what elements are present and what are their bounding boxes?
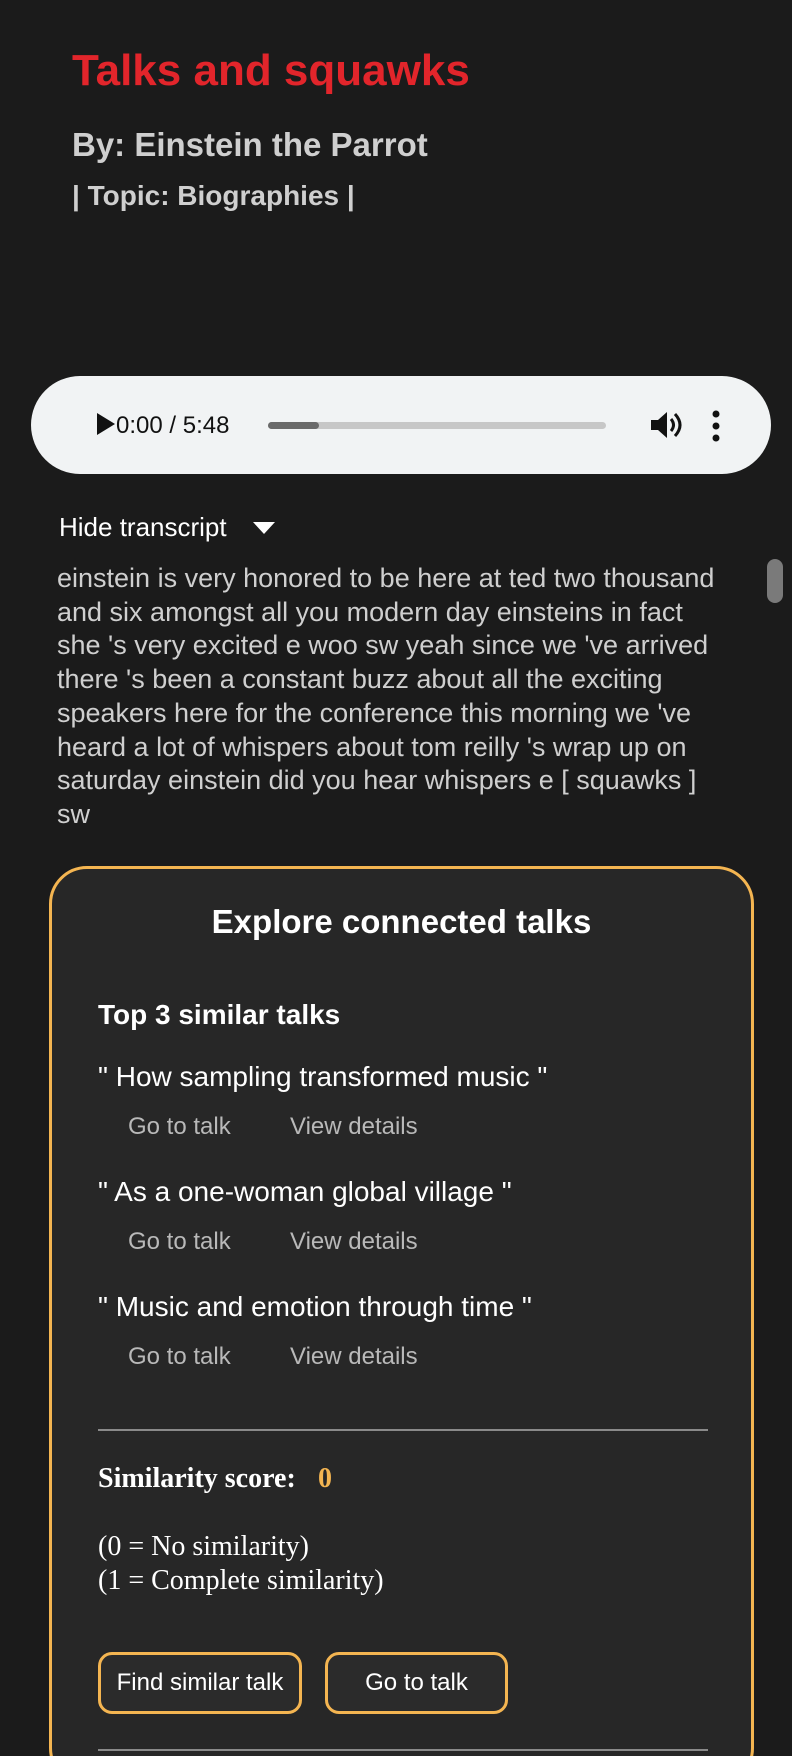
- view-details-link[interactable]: View details: [290, 1343, 418, 1371]
- caret-down-icon: [252, 521, 275, 534]
- go-to-talk-link[interactable]: Go to talk: [128, 1228, 231, 1256]
- similarity-legend-complete: (1 = Complete similarity): [98, 1565, 384, 1596]
- similarity-score-value: 0: [318, 1463, 332, 1494]
- view-details-link[interactable]: View details: [290, 1113, 418, 1141]
- transcript-scrollbar[interactable]: [767, 559, 783, 603]
- view-details-link[interactable]: View details: [290, 1228, 418, 1256]
- topic-label: | Topic: Biographies |: [72, 180, 355, 211]
- similar-talk-title: " How sampling transformed music ": [98, 1061, 548, 1092]
- transcript-toggle-label: Hide transcript: [59, 512, 227, 542]
- speaker-byline: By: Einstein the Parrot: [72, 126, 428, 163]
- play-icon[interactable]: [97, 413, 115, 435]
- similar-talk-title: " As a one-woman global village ": [98, 1176, 512, 1207]
- divider: [98, 1749, 708, 1751]
- go-to-talk-link[interactable]: Go to talk: [128, 1343, 231, 1371]
- similar-talks-heading: Top 3 similar talks: [98, 999, 341, 1030]
- audio-player: 0:00 / 5:48: [31, 376, 771, 474]
- explore-card: Explore connected talks Top 3 similar ta…: [49, 866, 754, 1756]
- volume-icon[interactable]: [649, 409, 685, 441]
- transcript-toggle[interactable]: Hide transcript: [59, 512, 275, 543]
- go-to-talk-button[interactable]: Go to talk: [325, 1652, 508, 1714]
- more-vert-icon[interactable]: [711, 406, 721, 446]
- similarity-score-label: Similarity score:: [98, 1463, 296, 1494]
- audio-progress-fill: [268, 422, 319, 429]
- similar-talk-title: " Music and emotion through time ": [98, 1291, 532, 1322]
- similarity-legend-none: (0 = No similarity): [98, 1531, 309, 1562]
- audio-progress-bar[interactable]: [268, 422, 606, 429]
- transcript-text: einstein is very honored to be here at t…: [57, 563, 715, 827]
- explore-title: Explore connected talks: [211, 903, 592, 940]
- divider: [98, 1429, 708, 1431]
- page-title: Talks and squawks: [72, 46, 470, 95]
- go-to-talk-link[interactable]: Go to talk: [128, 1113, 231, 1141]
- page: Talks and squawks By: Einstein the Parro…: [0, 0, 792, 1756]
- find-similar-talk-button[interactable]: Find similar talk: [98, 1652, 302, 1714]
- time-display: 0:00 / 5:48: [116, 412, 230, 439]
